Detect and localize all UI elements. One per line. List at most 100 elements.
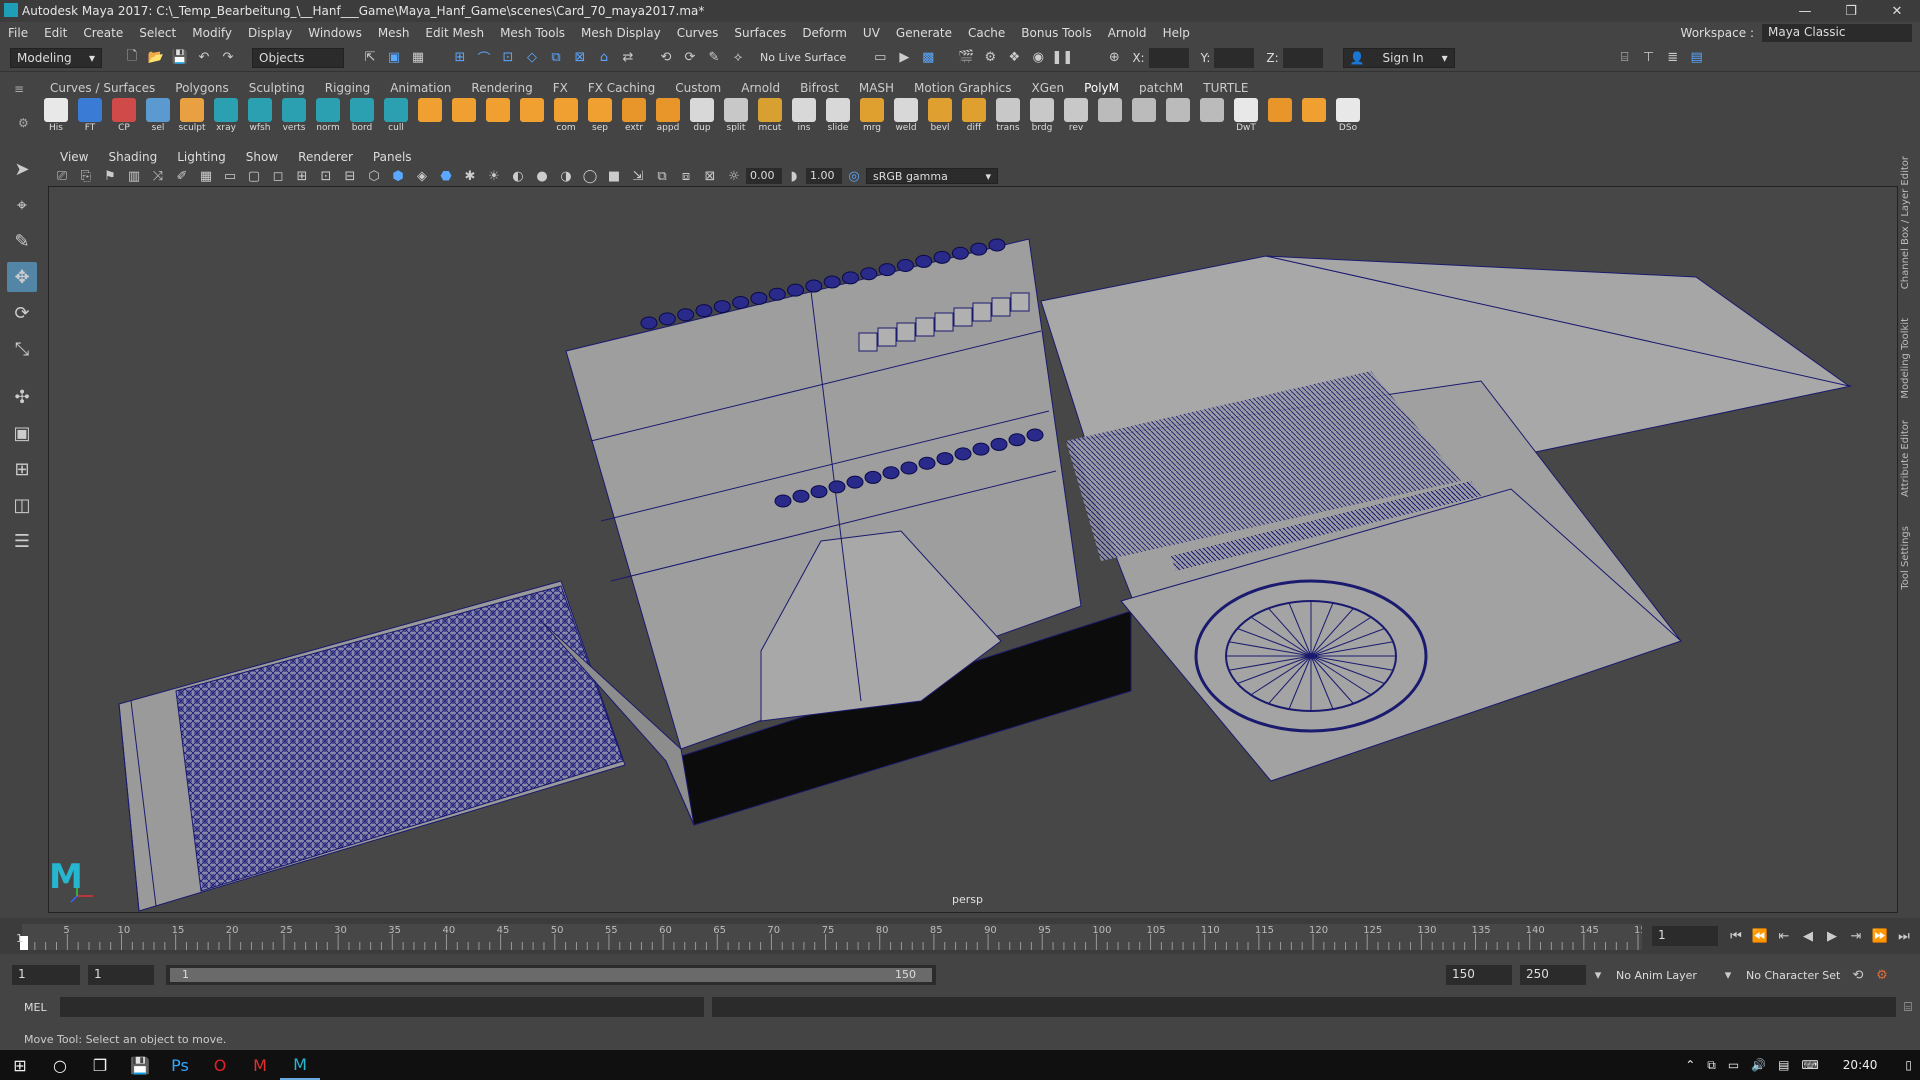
shelf-button-FT[interactable]: FT [74, 98, 106, 138]
menu-mesh-display[interactable]: Mesh Display [573, 26, 669, 40]
character-set-dropdown[interactable]: No Character Set [1746, 969, 1846, 982]
menu-select[interactable]: Select [131, 26, 184, 40]
shelf-button-sculpt[interactable]: sculpt [176, 98, 208, 138]
xray-joints-icon[interactable]: ⧈ [676, 166, 696, 186]
gate-mask-icon[interactable]: ◻ [268, 166, 288, 186]
network-icon[interactable]: ⧉ [1707, 1058, 1716, 1073]
undo-icon[interactable]: ↶ [194, 48, 214, 68]
pause-icon[interactable]: ❚❚ [1051, 48, 1073, 68]
shelf-button-norm[interactable]: norm [312, 98, 344, 138]
start-time-field[interactable]: 1 [12, 965, 80, 985]
menu-cache[interactable]: Cache [960, 26, 1013, 40]
safe-action-icon[interactable]: ⊡ [316, 166, 336, 186]
shelf-tab-motion-graphics[interactable]: Motion Graphics [904, 81, 1022, 95]
shelf-button-tool-34[interactable] [1196, 98, 1228, 138]
shelf-button-split[interactable]: split [720, 98, 752, 138]
y-field[interactable] [1214, 47, 1255, 68]
select-component-icon[interactable]: ▦ [408, 48, 428, 68]
close-icon[interactable]: ✕ [1874, 0, 1920, 22]
shelf-button-tool-31[interactable] [1094, 98, 1126, 138]
autodesk-icon[interactable]: M [240, 1050, 280, 1080]
menu-uv[interactable]: UV [855, 26, 888, 40]
shelf-button-DwT[interactable]: DwT [1230, 98, 1262, 138]
search-icon[interactable]: ○ [40, 1050, 80, 1080]
shelf-button-appd[interactable]: appd [652, 98, 684, 138]
shelf-button-slide[interactable]: slide [822, 98, 854, 138]
outliner-icon[interactable]: ☰ [7, 526, 37, 556]
step-back-icon[interactable]: ⏪ [1750, 926, 1770, 946]
current-frame-field[interactable]: 1 [1652, 926, 1718, 946]
magnet-icon[interactable]: ⟡ [728, 48, 748, 68]
save-app-icon[interactable]: 💾 [120, 1050, 160, 1080]
live-surface-label[interactable]: No Live Surface [760, 51, 846, 64]
shelf-button-rev[interactable]: rev [1060, 98, 1092, 138]
action-center-icon[interactable]: ▯ [1905, 1058, 1912, 1072]
shelf-tab-polygons[interactable]: Polygons [165, 81, 238, 95]
shelf-button-tool-36[interactable] [1264, 98, 1296, 138]
transform-mode-icon[interactable]: ⊕ [1104, 48, 1124, 68]
snap-lock-icon[interactable]: ⌂ [594, 48, 614, 68]
menu-create[interactable]: Create [75, 26, 131, 40]
tab-attribute-editor[interactable]: Attribute Editor [1900, 420, 1911, 497]
menu-deform[interactable]: Deform [794, 26, 855, 40]
render-view-icon[interactable]: ▭ [870, 48, 890, 68]
shelf-button-tool-12[interactable] [448, 98, 480, 138]
menu-arnold[interactable]: Arnold [1100, 26, 1155, 40]
viewport-menu-view[interactable]: View [50, 150, 98, 164]
grid-icon[interactable]: ▦ [196, 166, 216, 186]
snap-view-plane-icon[interactable]: ◇ [522, 48, 542, 68]
lasso-icon[interactable]: ⟳ [680, 48, 700, 68]
volume-icon[interactable]: 🔊 [1751, 1058, 1766, 1072]
viewport-menu-lighting[interactable]: Lighting [167, 150, 236, 164]
shelf-button-mcut[interactable]: mcut [754, 98, 786, 138]
tray-chevron-icon[interactable]: ⌃ [1685, 1058, 1695, 1072]
tool-settings-icon[interactable]: ≣ [1663, 48, 1683, 68]
range-slider[interactable]: 1 150 [166, 965, 936, 985]
camera-attributes-icon[interactable]: ⎘ [76, 166, 96, 186]
render-settings-icon[interactable]: 🎬 [956, 48, 976, 68]
shelf-button-ins[interactable]: ins [788, 98, 820, 138]
shelf-button-dup[interactable]: dup [686, 98, 718, 138]
tab-modeling-toolkit[interactable]: Modeling Toolkit [1900, 318, 1911, 399]
menu-mesh-tools[interactable]: Mesh Tools [492, 26, 573, 40]
light-editor-icon[interactable]: ◉ [1028, 48, 1048, 68]
shelf-tab-bifrost[interactable]: Bifrost [790, 81, 849, 95]
sign-in-dropdown[interactable]: 👤 Sign In ▾ [1342, 47, 1455, 68]
textured-icon[interactable]: ✱ [460, 166, 480, 186]
go-to-start-icon[interactable]: ⏮ [1726, 926, 1746, 946]
tab-channel-box[interactable]: Channel Box / Layer Editor [1900, 156, 1911, 289]
time-ruler[interactable]: 5 10 15 20 25 30 35 40 45 50 55 60 65 70 75 80 85 90 95 100… [22, 924, 1653, 950]
shelf-button-xray[interactable]: xray [210, 98, 242, 138]
channel-box-icon[interactable]: ▤ [1687, 48, 1707, 68]
script-language-label[interactable]: MEL [24, 1001, 60, 1014]
menu-surfaces[interactable]: Surfaces [726, 26, 794, 40]
attribute-editor-icon[interactable]: ⊤ [1639, 48, 1659, 68]
shelf-tab-patchm[interactable]: patchM [1129, 81, 1193, 95]
minimize-icon[interactable]: — [1782, 0, 1828, 22]
menu-modify[interactable]: Modify [184, 26, 240, 40]
z-field[interactable] [1282, 47, 1323, 68]
anim-prefs-icon[interactable]: ⚙ [1872, 965, 1892, 985]
battery-icon[interactable]: ▭ [1728, 1058, 1739, 1072]
shelf-button-bord[interactable]: bord [346, 98, 378, 138]
exposure-field[interactable]: 0.00 [746, 168, 782, 184]
scale-tool-icon[interactable]: ⤡ [7, 334, 37, 364]
redo-icon[interactable]: ↷ [218, 48, 238, 68]
shelf-tab-rigging[interactable]: Rigging [315, 81, 380, 95]
snap-grid-icon[interactable]: ⊞ [450, 48, 470, 68]
right-card-strip[interactable] [1040, 255, 1852, 782]
input-output-icon[interactable]: ⇄ [618, 48, 638, 68]
xray-icon[interactable]: ⧉ [652, 166, 672, 186]
wireframe-icon[interactable]: ⬡ [364, 166, 384, 186]
gamma-icon[interactable]: ◗ [784, 166, 804, 186]
select-tool-icon[interactable]: ➤ [7, 154, 37, 184]
ipr-render-icon[interactable]: ▩ [918, 48, 938, 68]
shelf-button-extr[interactable]: extr [618, 98, 650, 138]
exposure-icon[interactable]: ☼ [724, 166, 744, 186]
viewport-menu-renderer[interactable]: Renderer [288, 150, 363, 164]
image-plane-icon[interactable]: ▥ [124, 166, 144, 186]
shelf-tab-fx[interactable]: FX [543, 81, 578, 95]
task-view-icon[interactable]: ❐ [80, 1050, 120, 1080]
open-scene-icon[interactable]: 📂 [146, 48, 166, 68]
shelf-tab-polym[interactable]: PolyM [1074, 81, 1129, 95]
